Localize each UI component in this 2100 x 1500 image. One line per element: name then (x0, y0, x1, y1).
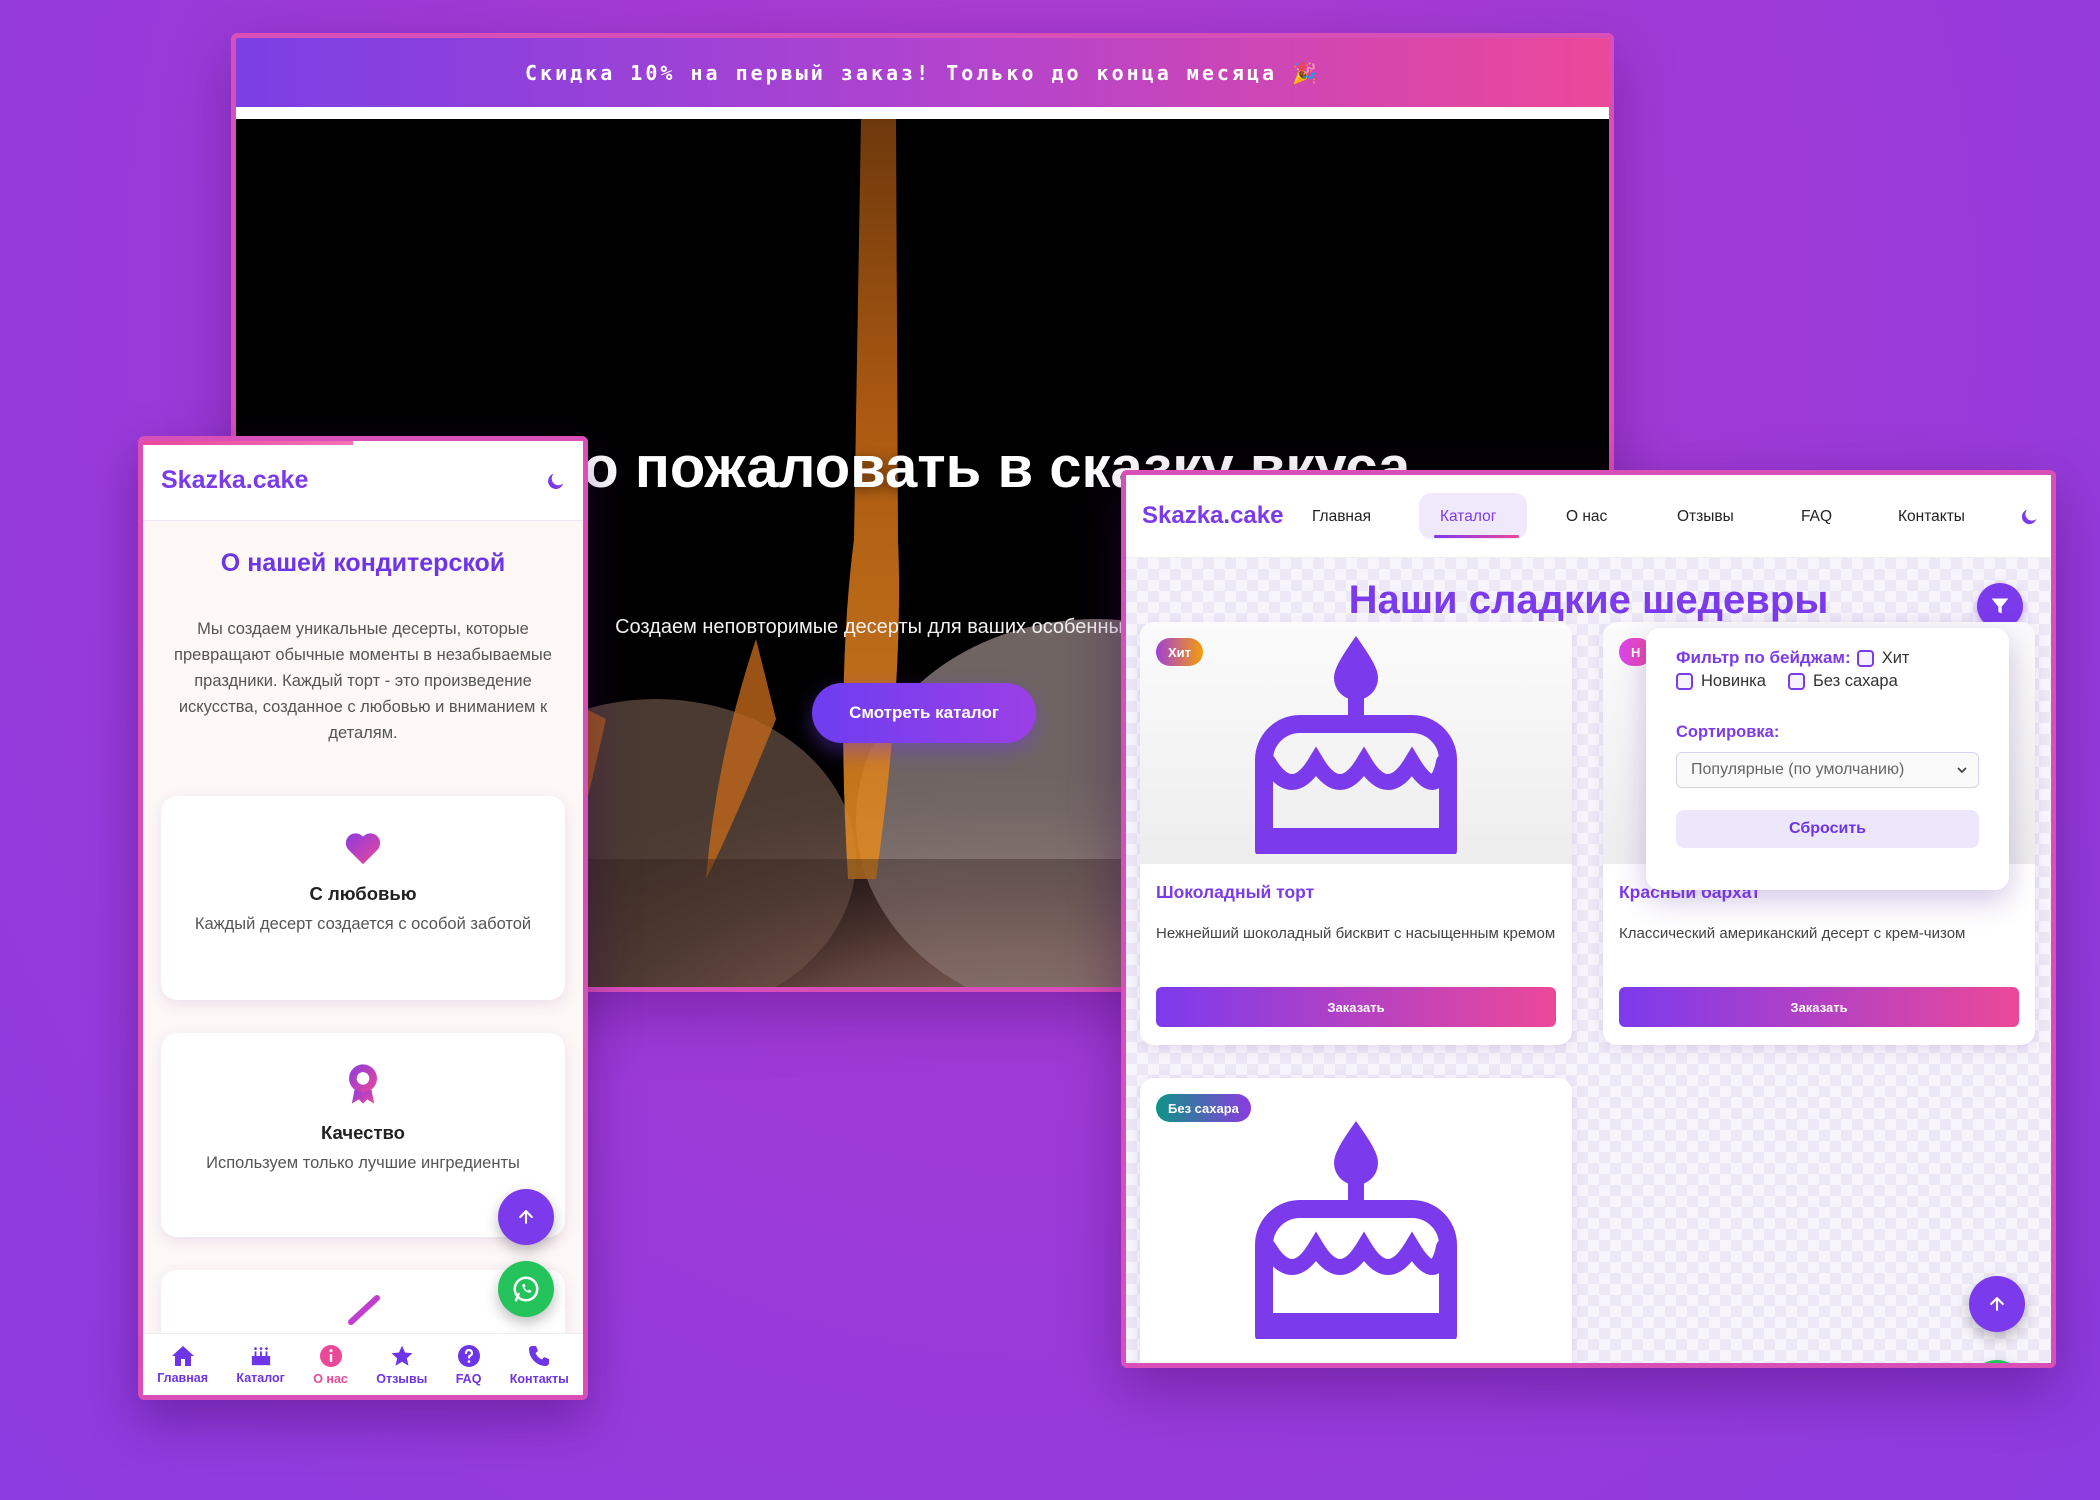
moon-icon[interactable] (545, 470, 567, 492)
product-image: Без сахара (1140, 1078, 1572, 1363)
product-image: Хит (1140, 622, 1572, 864)
feature-title: Качество (321, 1122, 405, 1143)
bottom-nav-label: Главная (157, 1370, 209, 1385)
promo-banner: Скидка 10% на первый заказ! Только до ко… (236, 38, 1609, 107)
product-card: Хит Шоколадный торт Нежнейший шоколадный… (1140, 622, 1572, 1045)
nav-link-catalog[interactable]: Каталог (1440, 475, 1496, 558)
product-card: Без сахара (1140, 1078, 1572, 1363)
bottom-nav-reviews[interactable]: Отзывы (376, 1344, 427, 1386)
mobile-bottom-nav: Главная Каталог О нас Отзывы FAQ Контакт… (143, 1333, 583, 1395)
product-description: Нежнейший шоколадный бисквит с насыщенны… (1156, 925, 1556, 942)
whatsapp-button[interactable] (498, 1261, 554, 1317)
cake-icon (1255, 636, 1457, 854)
nav-link-about[interactable]: О нас (1566, 475, 1607, 558)
chevron-down-icon (1957, 767, 1967, 774)
cake-icon (251, 1346, 270, 1365)
order-button[interactable]: Заказать (1156, 987, 1556, 1027)
product-badge: Хит (1156, 638, 1204, 666)
nav-link-faq[interactable]: FAQ (1801, 475, 1832, 558)
checkbox-label: Новинка (1701, 672, 1766, 690)
bottom-nav-catalog[interactable]: Каталог (236, 1345, 285, 1385)
bottom-nav-faq[interactable]: FAQ (455, 1344, 482, 1386)
feature-text: Используем только лучшие ингредиенты (206, 1154, 520, 1172)
award-icon (349, 1064, 377, 1104)
catalog-header: Skazka.cake Главная Каталог О нас Отзывы… (1126, 475, 2051, 558)
feature-card-love: С любовью Каждый десерт создается с особ… (161, 796, 565, 1000)
badge-checkbox-sugar-free[interactable]: Без сахара (1787, 672, 1898, 691)
catalog-main: Наши сладкие шедевры Хит Шоколадный торт… (1126, 558, 2051, 1363)
catalog-title: Наши сладкие шедевры (1348, 578, 1829, 622)
product-name: Шоколадный торт (1156, 882, 1315, 902)
star-icon (391, 1345, 413, 1366)
filter-icon (1991, 598, 2009, 614)
view-catalog-button[interactable]: Смотреть каталог (812, 683, 1036, 743)
home-icon (171, 1345, 194, 1366)
info-icon (319, 1344, 342, 1367)
bottom-nav-label: Контакты (509, 1371, 569, 1386)
site-logo[interactable]: Skazka.cake (161, 466, 308, 495)
about-text: Мы создаем уникальные десерты, которые п… (174, 620, 552, 742)
checkbox[interactable] (1787, 673, 1805, 690)
promo-divider (236, 107, 1609, 119)
sort-selected-value: Популярные (по умолчанию) (1691, 761, 1905, 778)
phone-icon (529, 1345, 550, 1366)
cake-icon (1255, 1121, 1457, 1339)
bottom-nav-label: Каталог (236, 1370, 285, 1385)
bottom-nav-contacts[interactable]: Контакты (510, 1344, 569, 1386)
nav-link-home[interactable]: Главная (1312, 475, 1371, 558)
moon-icon[interactable] (2019, 506, 2040, 527)
scroll-to-top-button[interactable] (1969, 1276, 2025, 1332)
active-nav-underline (1434, 535, 1519, 538)
arrow-up-icon (519, 1210, 533, 1224)
sort-label: Сортировка: (1676, 723, 1780, 741)
site-logo[interactable]: Skazka.cake (1142, 502, 1312, 530)
product-badge: Без сахара (1156, 1094, 1251, 1122)
badge-checkbox-new[interactable]: Новинка (1676, 672, 1766, 691)
heart-icon (345, 833, 381, 865)
checkbox-label: Без сахара (1812, 672, 1898, 690)
checkbox[interactable] (1676, 673, 1693, 690)
scroll-to-top-button[interactable] (498, 1189, 554, 1245)
question-icon (457, 1344, 480, 1367)
checkbox[interactable] (1856, 649, 1874, 667)
bottom-nav-label: Отзывы (376, 1371, 428, 1386)
whatsapp-button[interactable] (1969, 1360, 2025, 1363)
bottom-nav-label: О нас (313, 1371, 348, 1386)
bottom-nav-about[interactable]: О нас (313, 1344, 348, 1386)
nav-link-reviews[interactable]: Отзывы (1677, 475, 1734, 558)
mobile-header: Skazka.cake (143, 441, 583, 521)
feature-title: С любовью (309, 883, 417, 904)
desktop-catalog-window: Skazka.cake Главная Каталог О нас Отзывы… (1121, 470, 2056, 1368)
whatsapp-icon (513, 1276, 539, 1302)
about-title: О нашей кондитерской (220, 549, 506, 577)
whisk-icon (348, 1295, 380, 1325)
reset-filter-button[interactable]: Сбросить (1676, 810, 1979, 848)
badge-filter-label: Фильтр по бейджам: (1676, 648, 1851, 667)
product-description: Классический американский десерт с крем-… (1619, 925, 1966, 942)
filter-panel: Фильтр по бейджам: Хит Новинка Без сахар… (1646, 628, 2009, 890)
bottom-nav-home[interactable]: Главная (157, 1345, 208, 1385)
sort-select[interactable]: Популярные (по умолчанию) (1676, 752, 1979, 788)
bottom-nav-label: FAQ (455, 1371, 482, 1386)
mobile-about-window: Skazka.cake О нашей кондитерской Мы созд… (138, 436, 588, 1400)
scroll-progress-bar (143, 441, 353, 445)
feature-text: Каждый десерт создается с особой заботой (194, 915, 532, 933)
nav-link-contacts[interactable]: Контакты (1898, 475, 1965, 558)
checkbox-label: Хит (1881, 648, 1910, 667)
order-button[interactable]: Заказать (1619, 987, 2019, 1027)
arrow-up-icon (1990, 1297, 2004, 1311)
badge-checkbox-hit[interactable]: Хит (1856, 648, 1910, 668)
